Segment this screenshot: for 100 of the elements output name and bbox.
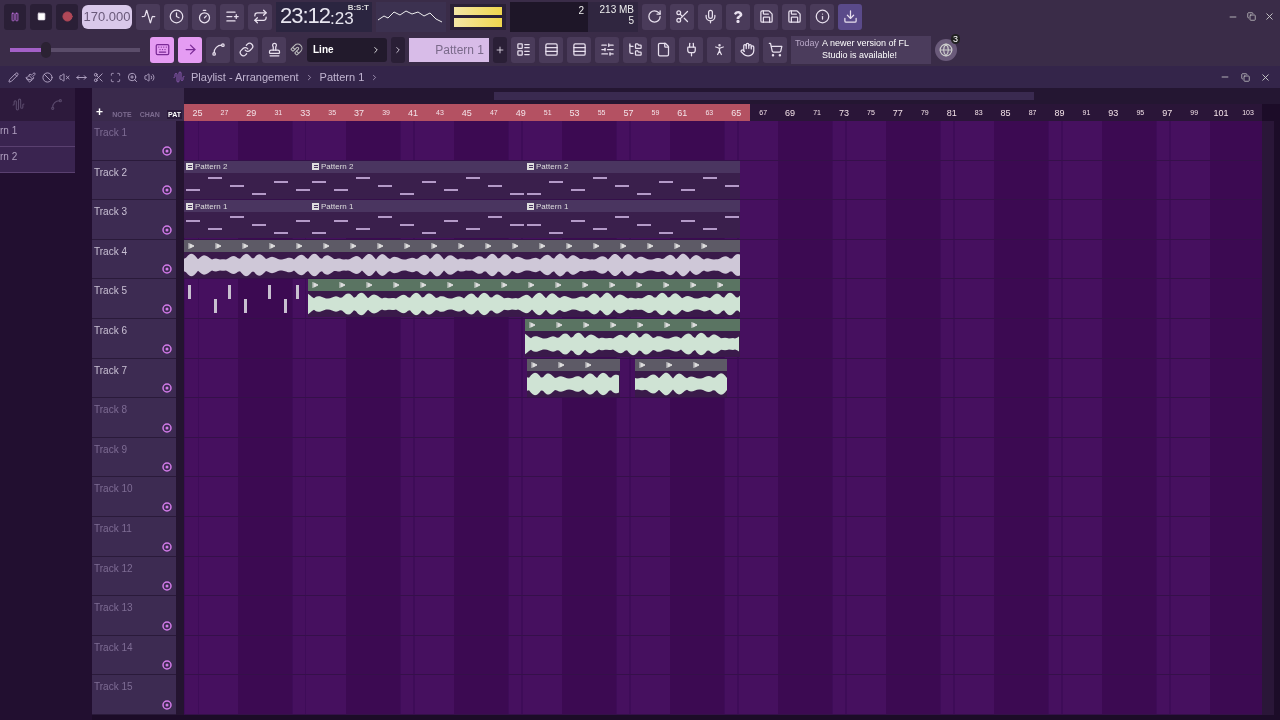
clip-label: Pattern 2 [195, 162, 228, 172]
cart-icon [767, 42, 783, 57]
pattern-clip[interactable]: Pattern 1 [310, 200, 525, 239]
polyphony-reading: 5 [628, 14, 634, 26]
brush-icon [25, 71, 36, 83]
ruler-number: 101 [1207, 104, 1235, 121]
hand-button[interactable] [735, 36, 759, 63]
curve-icon [49, 98, 63, 111]
plugin-button[interactable] [679, 36, 703, 63]
metronome-button[interactable] [136, 3, 160, 30]
scrollbar[interactable] [1262, 675, 1274, 715]
curve-button[interactable] [206, 36, 230, 63]
info-button[interactable] [810, 3, 834, 30]
add-pattern-button[interactable] [493, 36, 507, 63]
ruler-number: 37 [345, 104, 373, 121]
restore-button[interactable] [1238, 70, 1252, 84]
overview-scrollbar[interactable] [494, 92, 1034, 100]
delete-icon [42, 71, 53, 83]
keyboard-button[interactable] [150, 36, 174, 63]
audio-clip[interactable] [308, 279, 740, 318]
cart-button[interactable] [763, 36, 787, 63]
ring-icon [162, 185, 172, 196]
pattern-icon [527, 202, 534, 210]
globe-icon [939, 42, 953, 57]
rows-icon [543, 42, 559, 57]
pulse-icon [140, 9, 156, 24]
track-name: Track 9 [94, 443, 127, 455]
track-name: Track 13 [94, 602, 133, 614]
hint-text: A newer version of FL Studio is available! [822, 36, 910, 62]
link-button[interactable] [234, 36, 258, 63]
channel-item[interactable]: rn 2 [0, 147, 75, 173]
microphone-button[interactable] [698, 3, 722, 30]
clock-button[interactable] [164, 3, 188, 30]
restore-button[interactable] [1244, 9, 1258, 24]
ring-icon [162, 699, 172, 710]
step-button[interactable] [539, 36, 563, 63]
chevron-icon [393, 44, 403, 55]
add-button[interactable] [220, 3, 244, 30]
file-button[interactable] [651, 36, 675, 63]
ring-icon [162, 620, 172, 631]
arrow-button[interactable] [178, 36, 202, 63]
memory-reading: 213 MB [599, 3, 634, 15]
stop-icon [36, 12, 46, 21]
track-header[interactable]: Track 4 [92, 239, 176, 280]
time-unit: B:S:T [347, 2, 369, 12]
clip-label: Pattern 1 [195, 201, 228, 211]
audio-clip[interactable] [527, 358, 620, 397]
speaker-icon [144, 71, 155, 83]
notification-badge: 3 [951, 33, 960, 44]
help-button[interactable] [726, 3, 750, 30]
slider-knob[interactable] [41, 41, 52, 58]
track-header[interactable]: Track 7 [92, 358, 176, 399]
cut-button[interactable] [670, 3, 694, 30]
track-header[interactable]: Track 3 [92, 200, 176, 240]
keyboard-icon [154, 42, 170, 57]
microphone-icon [702, 9, 718, 24]
tempo-field[interactable]: 170.000 [82, 4, 132, 29]
audio-clip[interactable] [525, 318, 740, 357]
breadcrumb-item[interactable]: Pattern 1 [319, 71, 365, 83]
pencil-icon [8, 71, 19, 83]
stop-button[interactable] [30, 3, 52, 30]
pattern-clip[interactable]: Pattern 2 [525, 160, 740, 199]
clock-icon [168, 9, 184, 24]
pattern-clip[interactable]: Pattern 2 [310, 160, 525, 199]
pattern-clip[interactable]: Pattern 1 [525, 200, 740, 239]
pattern-icon [527, 163, 534, 171]
mixer-button[interactable] [595, 36, 619, 63]
add-track-button[interactable]: + [94, 105, 105, 119]
loop-button[interactable] [248, 3, 272, 30]
download-button[interactable] [838, 3, 862, 30]
track-name: Track 1 [94, 127, 127, 138]
ruler-number: 33 [291, 104, 319, 121]
pattern-icon [312, 163, 319, 171]
playlist-button[interactable] [511, 36, 535, 63]
audio-clip[interactable] [184, 239, 740, 278]
waveform-icon [12, 98, 26, 111]
snap-dropdown[interactable]: Line [307, 37, 387, 62]
track-header[interactable]: Track 5 [92, 279, 176, 319]
track-name: Track 5 [94, 285, 127, 297]
person-button[interactable] [707, 36, 731, 63]
ring-icon [162, 145, 172, 156]
ruler-number: 45 [453, 104, 481, 121]
pattern-clip[interactable]: Pattern 1 [184, 200, 310, 239]
countdown-button[interactable] [192, 3, 216, 30]
ring-icon [162, 660, 172, 671]
track-header[interactable]: Track 6 [92, 318, 176, 359]
scrollbar[interactable] [1262, 121, 1274, 161]
save-button[interactable] [754, 3, 778, 30]
stamp-button[interactable] [262, 36, 286, 63]
save-as-button[interactable] [782, 3, 806, 30]
browser-button[interactable] [623, 36, 647, 63]
loop-icon [252, 9, 268, 24]
track-header[interactable]: Track 2 [92, 160, 176, 201]
channel-item[interactable]: rn 1 [0, 121, 75, 147]
close-icon [1259, 71, 1271, 83]
undo-button[interactable] [642, 3, 666, 30]
record-icon [61, 11, 73, 22]
channel-rack-button[interactable] [567, 36, 591, 63]
audio-clip[interactable] [635, 358, 727, 397]
pattern-clip[interactable]: Pattern 2 [184, 160, 310, 199]
